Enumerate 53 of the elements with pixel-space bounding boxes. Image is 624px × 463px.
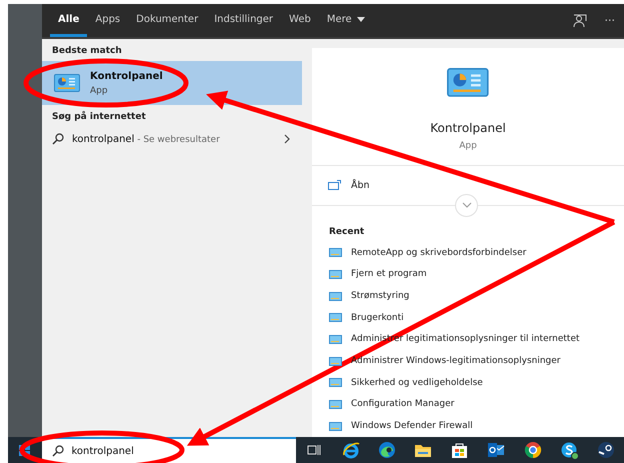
control-panel-icon — [329, 422, 342, 431]
skype-icon[interactable] — [560, 440, 579, 460]
control-panel-icon — [329, 378, 342, 388]
control-panel-icon — [54, 74, 80, 92]
search-icon — [52, 133, 64, 145]
chevron-down-icon — [462, 202, 472, 208]
steam-icon[interactable] — [596, 441, 615, 459]
recent-item[interactable]: Sikkerhed og vedligeholdelse — [351, 378, 483, 388]
windows-logo-icon[interactable] — [19, 444, 30, 456]
chrome-icon[interactable] — [524, 441, 542, 459]
chevron-right-icon — [284, 134, 290, 144]
search-value: kontrolpanel — [72, 446, 134, 456]
recent-item[interactable]: RemoteApp og skrivebordsforbindelser — [351, 248, 526, 258]
search-tab[interactable]: Mere — [318, 4, 373, 37]
section-heading: Recent — [328, 226, 366, 239]
recent-item[interactable]: Brugerkonti — [351, 312, 404, 323]
feedback-icon[interactable] — [572, 14, 586, 28]
control-panel-icon — [329, 292, 342, 301]
section-heading: Søg på internettet — [51, 110, 147, 124]
web-search-text: kontrolpanel - Se webresultater — [72, 134, 221, 144]
search-tab[interactable]: Indstillinger — [206, 4, 282, 37]
control-panel-icon — [329, 248, 342, 258]
open-action[interactable]: Åbn — [351, 180, 370, 191]
control-panel-icon — [329, 334, 342, 344]
app-type: App — [90, 86, 109, 96]
shopping-bag-icon[interactable] — [451, 442, 468, 458]
control-panel-icon — [329, 270, 342, 279]
preview-title: Kontrolpanel — [430, 120, 506, 135]
section-heading: Bedste match — [51, 45, 123, 58]
search-field[interactable]: kontrolpanel — [42, 437, 296, 463]
recent-item[interactable]: Windows Defender Firewall — [351, 421, 473, 432]
folder-icon[interactable] — [414, 442, 432, 458]
recent-item[interactable]: Strømstyring — [351, 291, 410, 302]
browser-wave-icon[interactable] — [378, 441, 396, 459]
search-tab[interactable]: Dokumenter — [128, 4, 206, 37]
recent-item[interactable]: Configuration Manager — [351, 399, 454, 410]
browser-e-icon[interactable] — [342, 441, 360, 459]
web-search-item[interactable]: kontrolpanel - Se webresultater — [42, 127, 302, 151]
task-view-icon[interactable] — [307, 444, 322, 456]
control-panel-icon — [329, 356, 342, 366]
app-title: Kontrolpanel — [90, 70, 163, 82]
control-panel-icon — [447, 68, 489, 97]
control-panel-icon — [329, 400, 342, 409]
recent-item[interactable]: Fjern et program — [351, 269, 427, 280]
control-panel-icon — [329, 313, 342, 322]
preview-type: App — [459, 140, 477, 151]
search-icon — [52, 445, 64, 457]
mail-icon[interactable] — [487, 442, 506, 458]
recent-item[interactable]: Administrer Windows-legitimationsoplysninger — [351, 356, 561, 366]
search-tab[interactable]: Web — [281, 4, 319, 37]
open-icon — [328, 180, 341, 190]
more-button[interactable]: ··· — [596, 4, 624, 37]
search-tab[interactable]: Apps — [87, 4, 128, 37]
